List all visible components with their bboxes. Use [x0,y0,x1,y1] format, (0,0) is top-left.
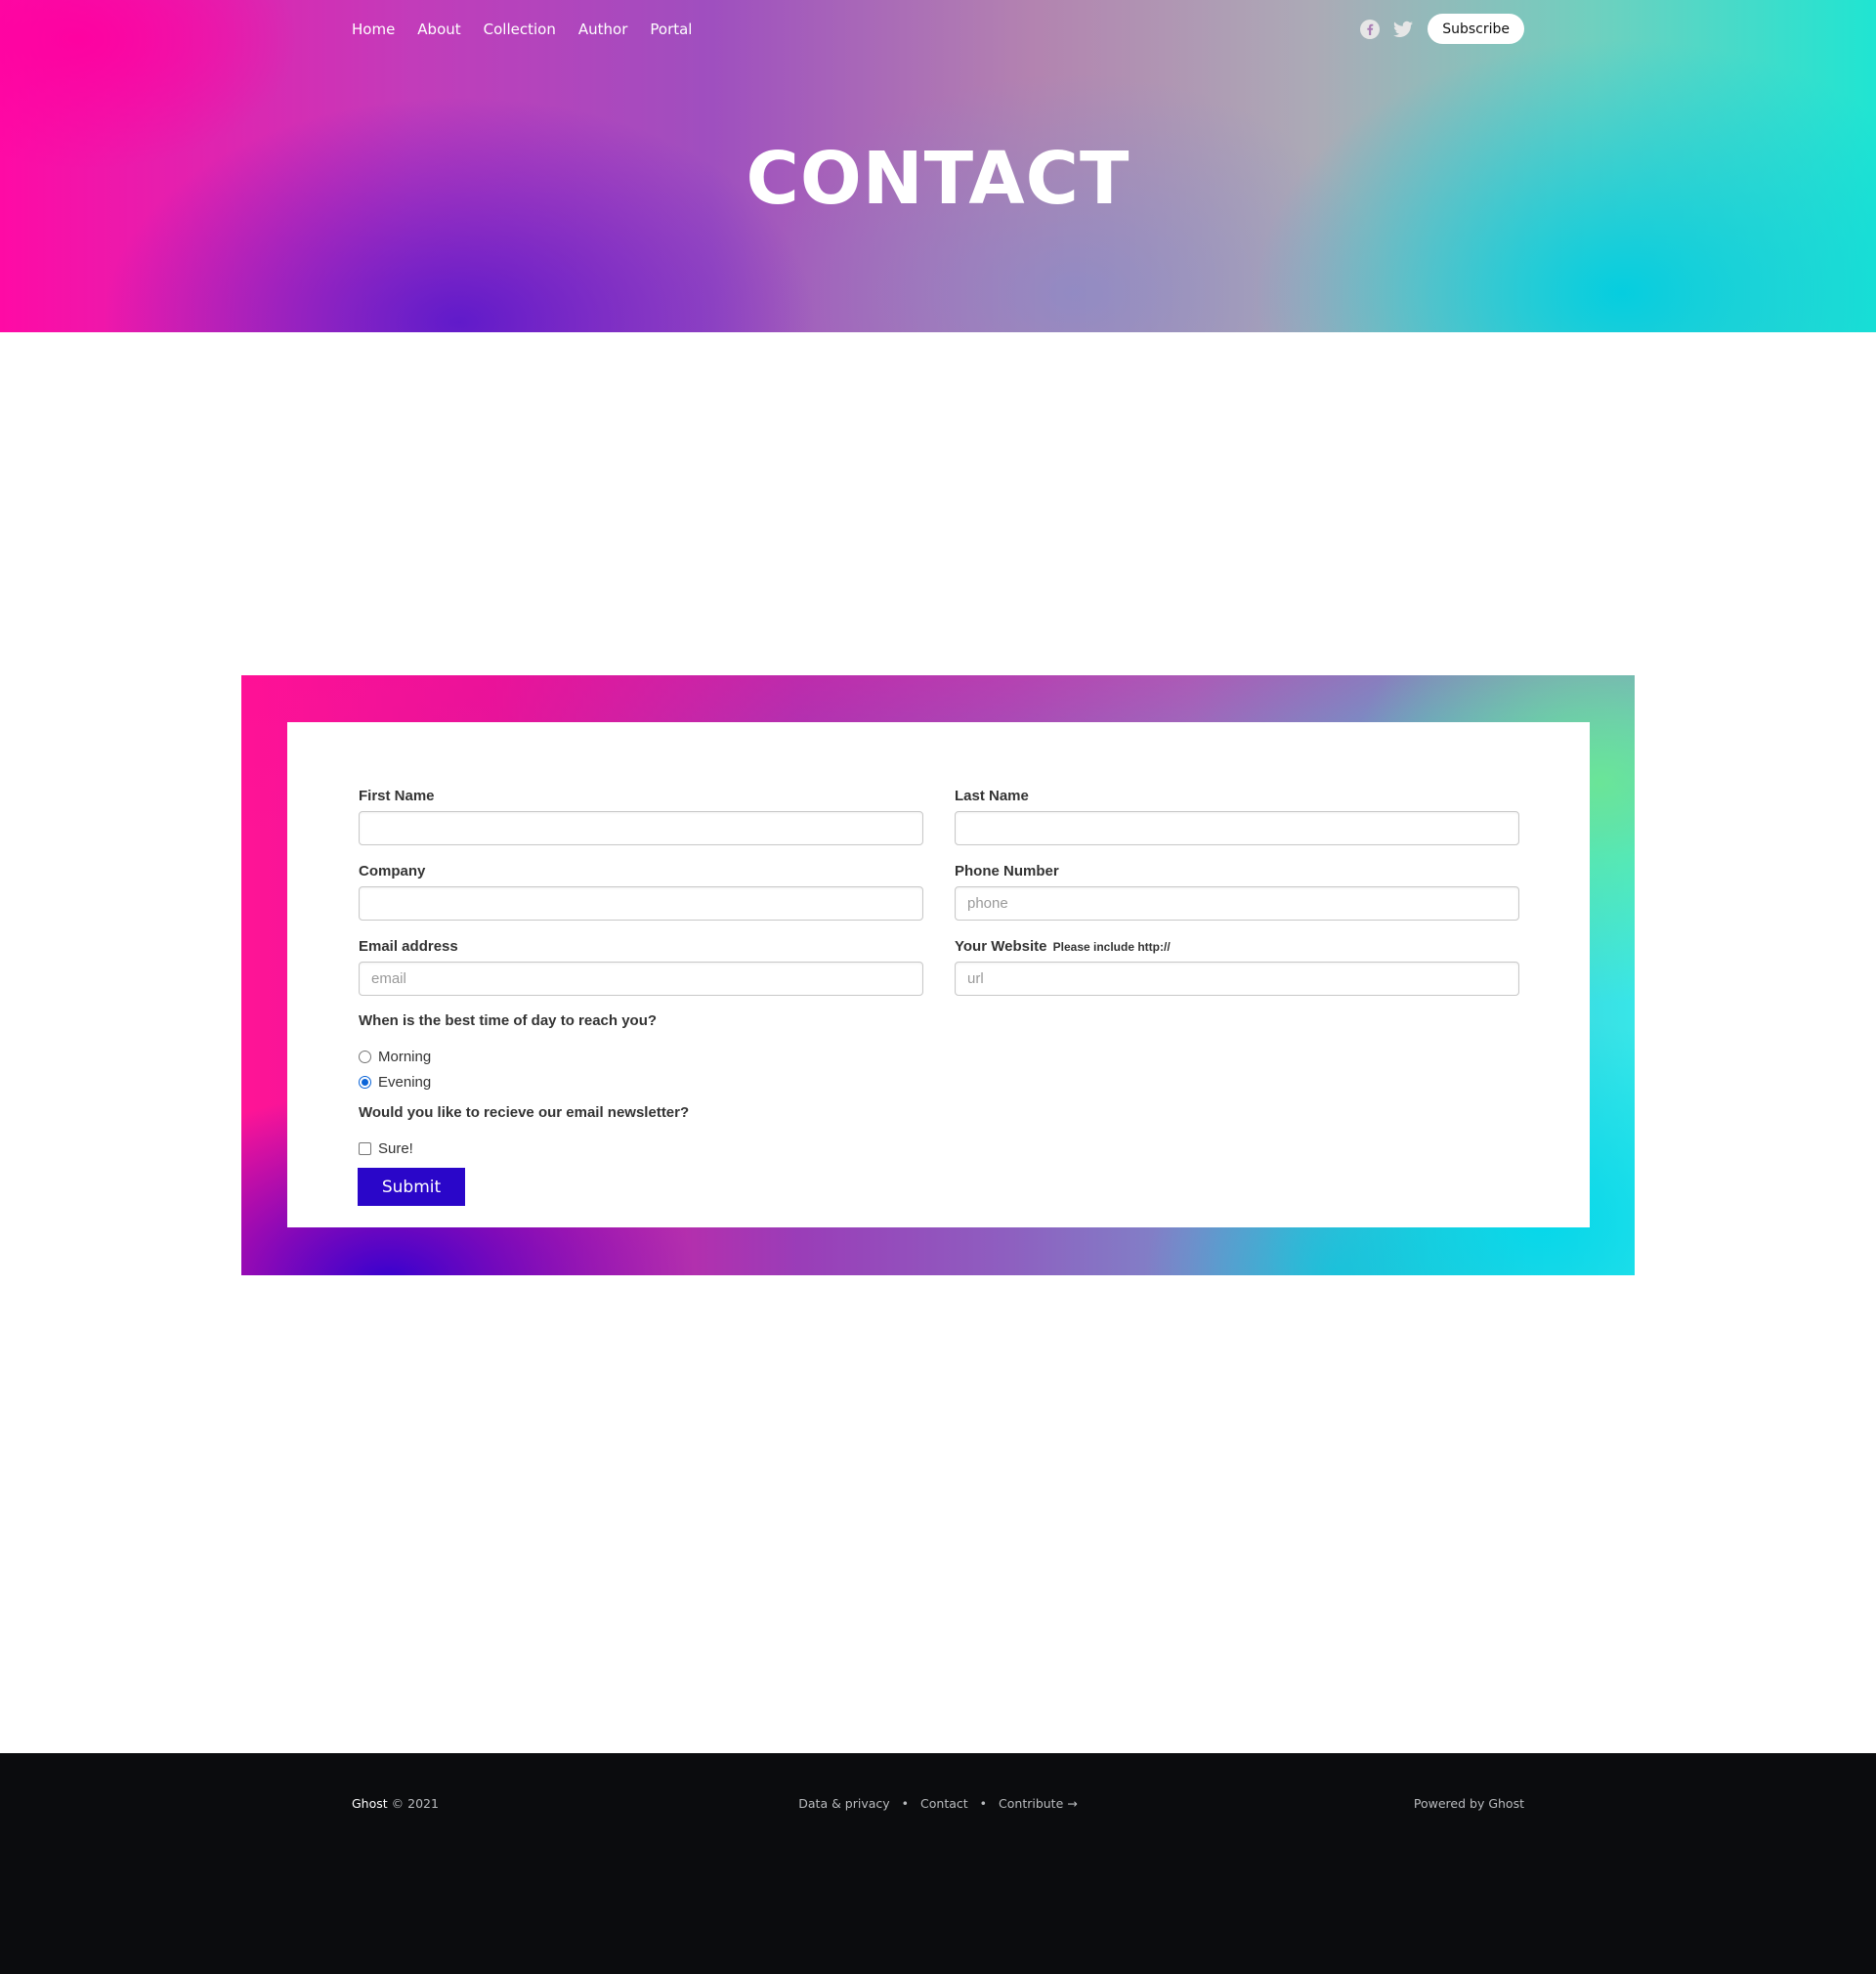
email-input[interactable] [359,962,923,996]
website-label-text: Your Website [955,938,1047,955]
company-input[interactable] [359,886,923,921]
website-hint: Please include http:// [1052,940,1171,954]
footer-separator: • [901,1796,910,1811]
page-title: CONTACT [746,137,1130,221]
main-nav: Home About Collection Author Portal [352,18,714,41]
first-name-group: First Name [359,788,923,845]
nav-item-portal[interactable]: Portal [650,18,692,41]
last-name-label: Last Name [955,788,1029,804]
nav-item-author[interactable]: Author [578,18,628,41]
twitter-icon[interactable] [1392,19,1414,40]
company-label: Company [359,863,426,880]
newsletter-checkbox[interactable]: Sure! [359,1140,413,1157]
email-label: Email address [359,938,458,955]
facebook-icon[interactable] [1359,19,1381,40]
footer-powered-by[interactable]: Powered by Ghost [1414,1796,1524,1811]
radio-evening[interactable]: Evening [359,1074,431,1091]
last-name-group: Last Name [955,788,1519,845]
site-footer: Ghost © 2021 Data & privacy • Contact • … [0,1753,1876,1974]
nav-item-about[interactable]: About [417,18,460,41]
footer-link-contribute[interactable]: Contribute → [999,1796,1078,1811]
footer-link-contact[interactable]: Contact [920,1796,968,1811]
newsletter-checkbox-label: Sure! [378,1140,413,1157]
radio-morning-button[interactable] [359,1051,371,1063]
phone-label: Phone Number [955,863,1059,880]
footer-nav: Data & privacy • Contact • Contribute → [0,1796,1876,1811]
footer-link-privacy[interactable]: Data & privacy [798,1796,889,1811]
first-name-input[interactable] [359,811,923,845]
contact-form-frame: First Name Last Name Company Phone Numbe… [241,675,1635,1275]
header-actions: Subscribe [1359,14,1524,44]
radio-morning[interactable]: Morning [359,1049,431,1065]
website-label: Your Website Please include http:// [955,938,1171,956]
last-name-input[interactable] [955,811,1519,845]
phone-group: Phone Number [955,863,1519,921]
contact-form: First Name Last Name Company Phone Numbe… [287,722,1590,1227]
site-header: Home About Collection Author Portal Subs… [0,0,1876,332]
footer-separator: • [979,1796,988,1811]
phone-input[interactable] [955,886,1519,921]
nav-item-home[interactable]: Home [352,18,395,41]
radio-evening-button[interactable] [359,1076,371,1089]
submit-button[interactable]: Submit [358,1168,465,1206]
time-question: When is the best time of day to reach yo… [359,1012,658,1029]
newsletter-question: Would you like to recieve our email news… [359,1104,690,1121]
website-input[interactable] [955,962,1519,996]
nav-item-collection[interactable]: Collection [484,18,556,41]
newsletter-checkbox-box[interactable] [359,1142,371,1155]
email-group: Email address [359,938,923,996]
radio-morning-label: Morning [378,1049,432,1065]
first-name-label: First Name [359,788,435,804]
subscribe-button[interactable]: Subscribe [1428,14,1524,44]
website-group: Your Website Please include http:// [955,938,1519,996]
radio-evening-label: Evening [378,1074,432,1091]
company-group: Company [359,863,923,921]
